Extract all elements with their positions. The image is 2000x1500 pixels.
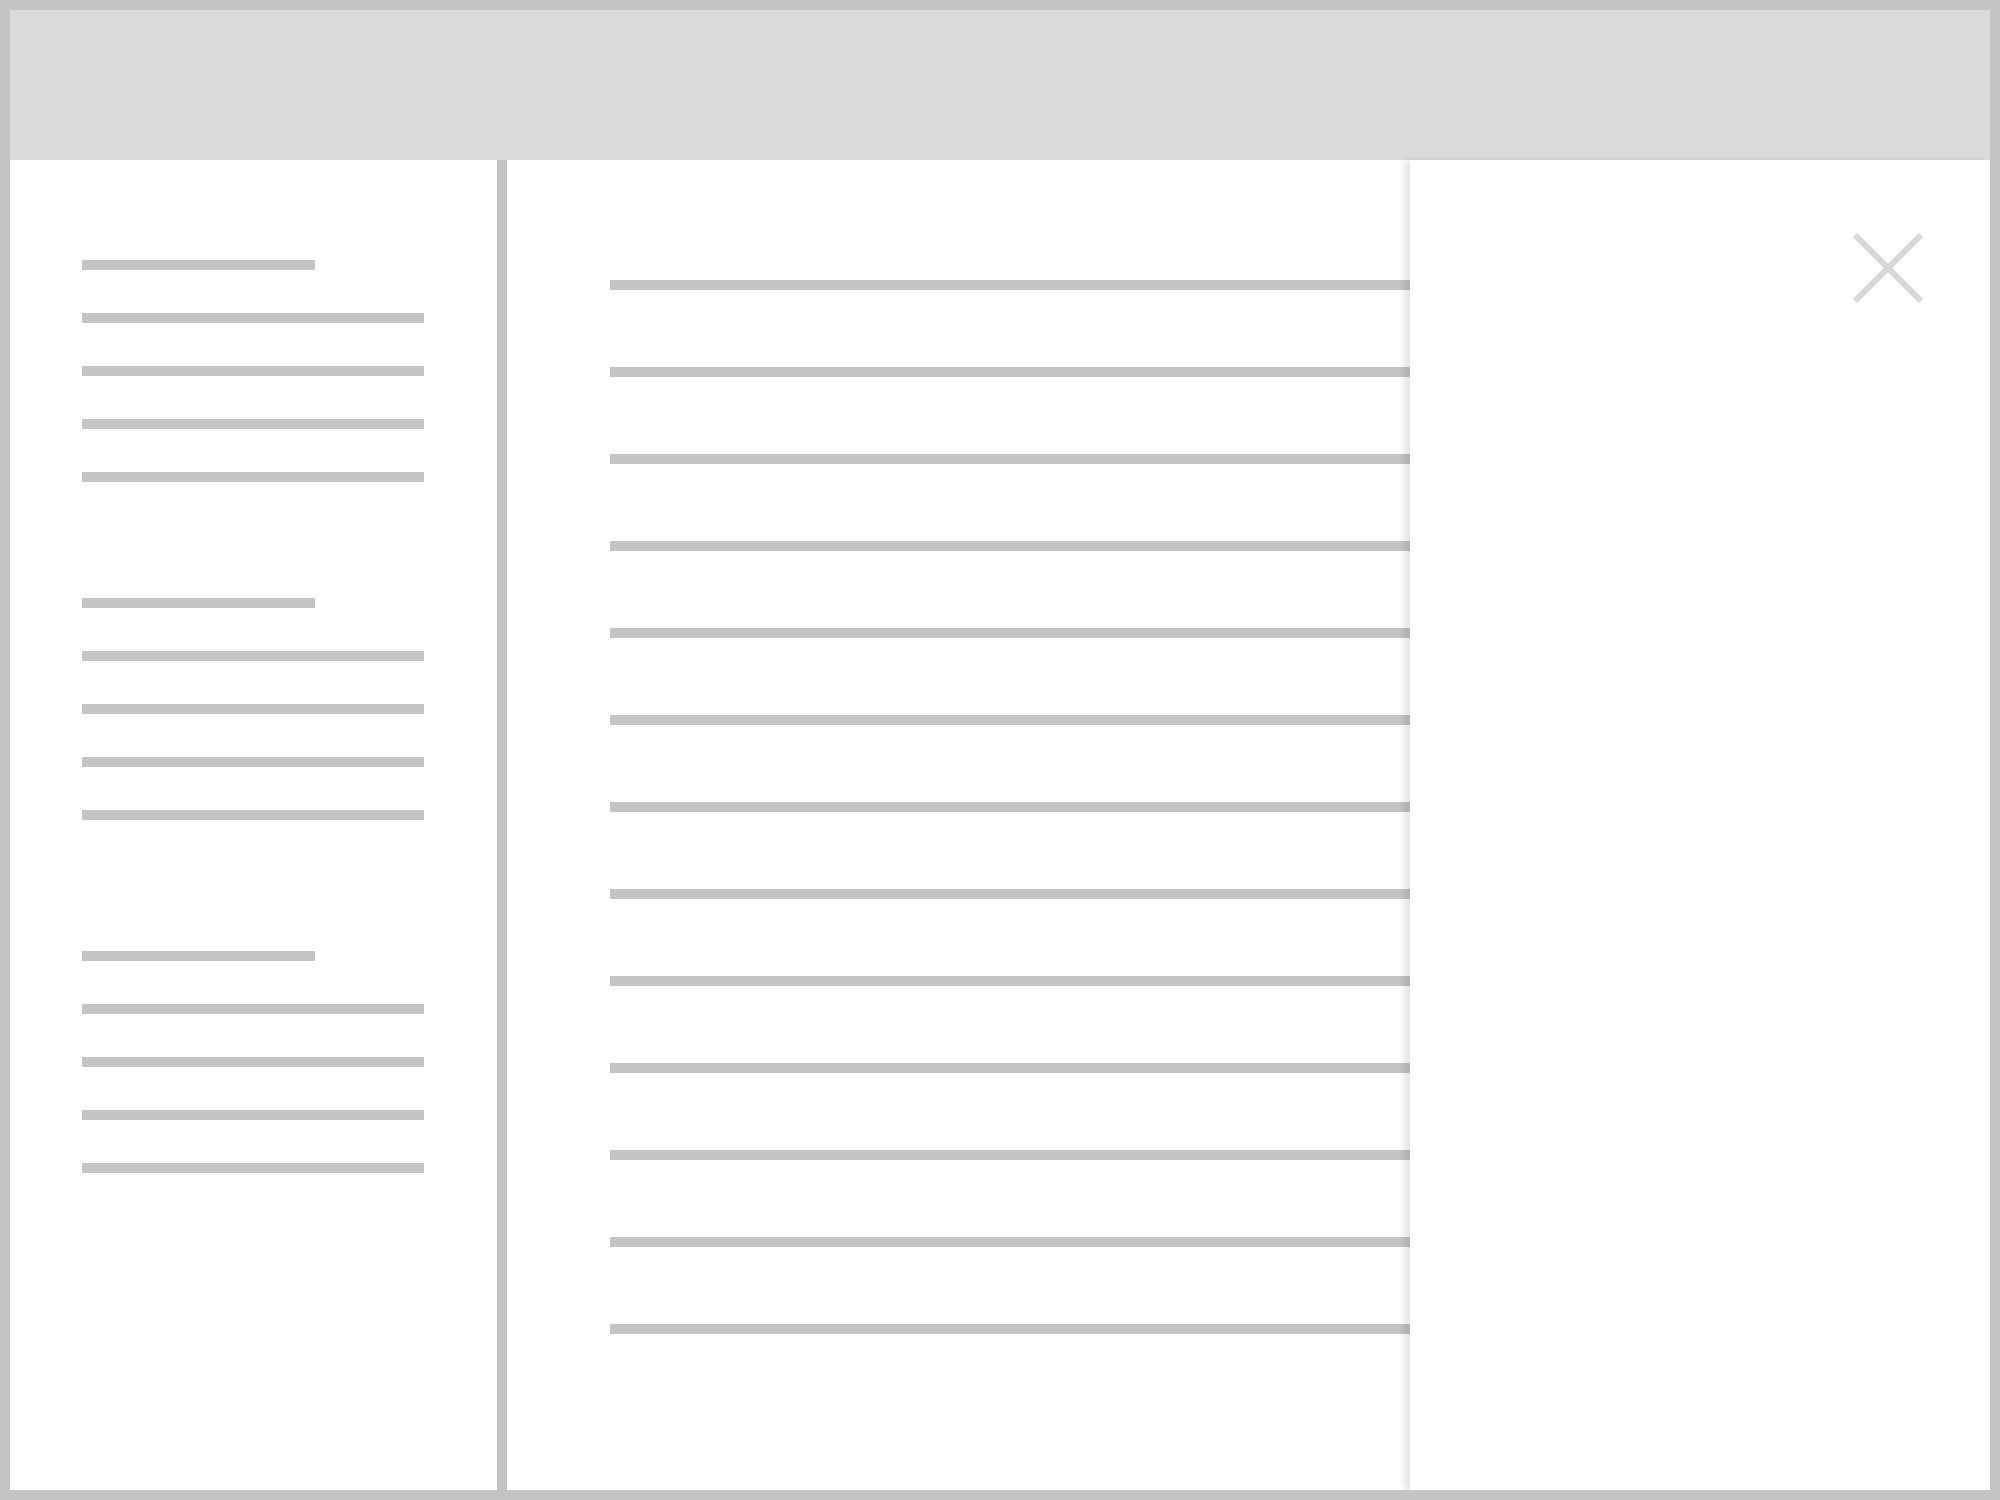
- sidebar-divider: [497, 160, 507, 1490]
- sidebar-group-heading-placeholder: [82, 951, 315, 961]
- content-row-placeholder: [610, 280, 1419, 290]
- content-row-placeholder: [610, 628, 1419, 638]
- sidebar-item-placeholder[interactable]: [82, 419, 424, 429]
- content-row-placeholder: [610, 1150, 1419, 1160]
- close-button[interactable]: [1850, 230, 1926, 306]
- content-row-placeholder: [610, 889, 1419, 899]
- sidebar-item-placeholder[interactable]: [82, 810, 424, 820]
- side-panel: [1410, 160, 1990, 1490]
- content-row-placeholder: [610, 802, 1419, 812]
- sidebar-group-heading-placeholder: [82, 598, 315, 608]
- app-window: [0, 0, 2000, 1500]
- sidebar-item-placeholder[interactable]: [82, 1110, 424, 1120]
- content-row-placeholder: [610, 1237, 1419, 1247]
- sidebar-item-placeholder[interactable]: [82, 651, 424, 661]
- content-row-placeholder: [610, 715, 1419, 725]
- sidebar-item-placeholder[interactable]: [82, 472, 424, 482]
- main-content: [507, 160, 1419, 1490]
- content-row-placeholder: [610, 541, 1419, 551]
- sidebar-item-placeholder[interactable]: [82, 1163, 424, 1173]
- sidebar-group-heading-placeholder: [82, 260, 315, 270]
- content-row-placeholder: [610, 454, 1419, 464]
- sidebar: [10, 160, 497, 1490]
- content-row-placeholder: [610, 976, 1419, 986]
- content-row-placeholder: [610, 1063, 1419, 1073]
- close-icon: [1852, 232, 1924, 304]
- sidebar-item-placeholder[interactable]: [82, 313, 424, 323]
- sidebar-item-placeholder[interactable]: [82, 1004, 424, 1014]
- sidebar-item-placeholder[interactable]: [82, 366, 424, 376]
- header-bar: [10, 10, 1990, 160]
- sidebar-item-placeholder[interactable]: [82, 704, 424, 714]
- content-row-placeholder: [610, 367, 1419, 377]
- sidebar-item-placeholder[interactable]: [82, 1057, 424, 1067]
- sidebar-item-placeholder[interactable]: [82, 757, 424, 767]
- content-row-placeholder: [610, 1324, 1419, 1334]
